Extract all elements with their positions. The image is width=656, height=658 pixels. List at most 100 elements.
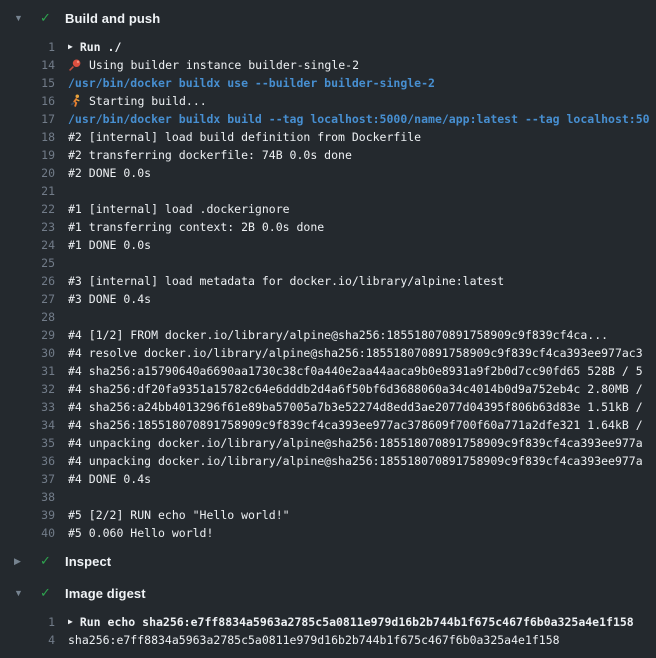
line-content: #2 transferring dockerfile: 74B 0.0s don… <box>68 146 656 164</box>
log-line: 25 <box>0 254 656 272</box>
line-number[interactable]: 40 <box>0 524 55 542</box>
line-text: #4 [1/2] FROM docker.io/library/alpine@s… <box>68 326 608 344</box>
group-chevron-icon[interactable]: ▶ <box>68 613 73 631</box>
line-text: #4 sha256:a24bb4013296f61e89ba57005a7b3e… <box>68 398 643 416</box>
line-number[interactable]: 4 <box>0 631 55 649</box>
line-number[interactable]: 34 <box>0 416 55 434</box>
step-header-image-digest[interactable]: ▼ ✓ Image digest <box>0 580 656 606</box>
line-content: #4 unpacking docker.io/library/alpine@sh… <box>68 452 656 470</box>
line-number[interactable]: 16 <box>0 92 55 110</box>
line-text: #4 unpacking docker.io/library/alpine@sh… <box>68 434 643 452</box>
step-header-inspect[interactable]: ▶ ✓ Inspect <box>0 548 656 574</box>
log-line: 26 #3 [internal] load metadata for docke… <box>0 272 656 290</box>
line-text: #4 unpacking docker.io/library/alpine@sh… <box>68 452 643 470</box>
line-text: #5 0.060 Hello world! <box>68 524 213 542</box>
log-line: 1 ▶ Run ./ <box>0 38 656 56</box>
line-text: #5 [2/2] RUN echo "Hello world!" <box>68 506 290 524</box>
group-chevron-icon[interactable]: ▶ <box>68 38 73 56</box>
line-number[interactable]: 24 <box>0 236 55 254</box>
line-number[interactable]: 26 <box>0 272 55 290</box>
line-number[interactable]: 21 <box>0 182 55 200</box>
line-content: #4 resolve docker.io/library/alpine@sha2… <box>68 344 656 362</box>
expand-caret-icon: ▼ <box>14 5 26 31</box>
line-text: #1 transferring context: 2B 0.0s done <box>68 218 324 236</box>
log-line: 14 Using builder instance builder-single… <box>0 56 656 74</box>
line-content: #4 DONE 0.4s <box>68 470 656 488</box>
line-content: #4 sha256:df20fa9351a15782c64e6dddb2d4a6… <box>68 380 656 398</box>
line-number[interactable]: 39 <box>0 506 55 524</box>
success-check-icon: ✓ <box>38 553 53 569</box>
line-text: #1 DONE 0.0s <box>68 236 151 254</box>
log-line: 34 #4 sha256:185518070891758909c9f839cf4… <box>0 416 656 434</box>
line-text: #4 sha256:185518070891758909c9f839cf4ca3… <box>68 416 643 434</box>
line-number[interactable]: 37 <box>0 470 55 488</box>
line-number[interactable]: 1 <box>0 38 55 56</box>
log-line: 38 <box>0 488 656 506</box>
line-content: #1 transferring context: 2B 0.0s done <box>68 218 656 236</box>
pushpin-icon <box>68 58 82 72</box>
log-line: 1 ▶ Run echo sha256:e7ff8834a5963a2785c5… <box>0 613 656 631</box>
line-text: #2 transferring dockerfile: 74B 0.0s don… <box>68 146 352 164</box>
line-text: #3 [internal] load metadata for docker.i… <box>68 272 504 290</box>
line-content: ▶ Run echo sha256:e7ff8834a5963a2785c5a0… <box>68 613 656 631</box>
line-number[interactable]: 22 <box>0 200 55 218</box>
log-line: 36 #4 unpacking docker.io/library/alpine… <box>0 452 656 470</box>
line-content: Starting build... <box>68 92 656 110</box>
log-line: 35 #4 unpacking docker.io/library/alpine… <box>0 434 656 452</box>
line-number[interactable]: 33 <box>0 398 55 416</box>
line-content: sha256:e7ff8834a5963a2785c5a0811e979d16b… <box>68 631 656 649</box>
step-title: Inspect <box>65 554 111 569</box>
line-number[interactable]: 27 <box>0 290 55 308</box>
line-number[interactable]: 32 <box>0 380 55 398</box>
log-line: 27 #3 DONE 0.4s <box>0 290 656 308</box>
line-number[interactable]: 29 <box>0 326 55 344</box>
line-number[interactable]: 15 <box>0 74 55 92</box>
line-text: Run echo sha256:e7ff8834a5963a2785c5a081… <box>80 613 634 631</box>
line-text: #4 DONE 0.4s <box>68 470 151 488</box>
success-check-icon: ✓ <box>38 10 53 26</box>
line-number[interactable]: 17 <box>0 110 55 128</box>
line-number[interactable]: 25 <box>0 254 55 272</box>
line-number[interactable]: 23 <box>0 218 55 236</box>
line-number[interactable]: 31 <box>0 362 55 380</box>
log-line: 21 <box>0 182 656 200</box>
step-title: Image digest <box>65 586 146 601</box>
log-viewer: ▼ ✓ Build and push 1 ▶ Run ./ 14 Using b… <box>0 5 656 655</box>
log-line: 20 #2 DONE 0.0s <box>0 164 656 182</box>
line-number[interactable]: 38 <box>0 488 55 506</box>
line-number[interactable]: 35 <box>0 434 55 452</box>
line-number[interactable]: 1 <box>0 613 55 631</box>
step-header-build-and-push[interactable]: ▼ ✓ Build and push <box>0 5 656 31</box>
line-content: #4 sha256:185518070891758909c9f839cf4ca3… <box>68 416 656 434</box>
line-text: #4 sha256:a15790640a6690aa1730c38cf0a440… <box>68 362 643 380</box>
log-line: 16 Starting build... <box>0 92 656 110</box>
log-line: 24 #1 DONE 0.0s <box>0 236 656 254</box>
line-number[interactable]: 20 <box>0 164 55 182</box>
line-content: Using builder instance builder-single-2 <box>68 56 656 74</box>
log-line: 22 #1 [internal] load .dockerignore <box>0 200 656 218</box>
line-text: #3 DONE 0.4s <box>68 290 151 308</box>
line-number[interactable]: 28 <box>0 308 55 326</box>
success-check-icon: ✓ <box>38 585 53 601</box>
line-number[interactable]: 18 <box>0 128 55 146</box>
line-number[interactable]: 30 <box>0 344 55 362</box>
log-line: 29 #4 [1/2] FROM docker.io/library/alpin… <box>0 326 656 344</box>
line-number[interactable]: 19 <box>0 146 55 164</box>
runner-icon <box>68 94 82 108</box>
expand-caret-icon: ▶ <box>14 548 26 574</box>
step-title: Build and push <box>65 11 160 26</box>
log-line: 15 /usr/bin/docker buildx use --builder … <box>0 74 656 92</box>
step-section: ▼ ✓ Image digest 1 ▶ Run echo sha256:e7f… <box>0 580 656 655</box>
line-number[interactable]: 36 <box>0 452 55 470</box>
line-content: #4 unpacking docker.io/library/alpine@sh… <box>68 434 656 452</box>
log-line: 33 #4 sha256:a24bb4013296f61e89ba57005a7… <box>0 398 656 416</box>
step-section: ▶ ✓ Inspect <box>0 548 656 580</box>
line-text: #2 DONE 0.0s <box>68 164 151 182</box>
step-log-lines: 1 ▶ Run ./ 14 Using builder instance bui… <box>0 31 656 548</box>
line-text: sha256:e7ff8834a5963a2785c5a0811e979d16b… <box>68 631 560 649</box>
log-line: 19 #2 transferring dockerfile: 74B 0.0s … <box>0 146 656 164</box>
line-content <box>68 182 656 200</box>
log-line: 18 #2 [internal] load build definition f… <box>0 128 656 146</box>
line-number[interactable]: 14 <box>0 56 55 74</box>
line-content: #5 [2/2] RUN echo "Hello world!" <box>68 506 656 524</box>
